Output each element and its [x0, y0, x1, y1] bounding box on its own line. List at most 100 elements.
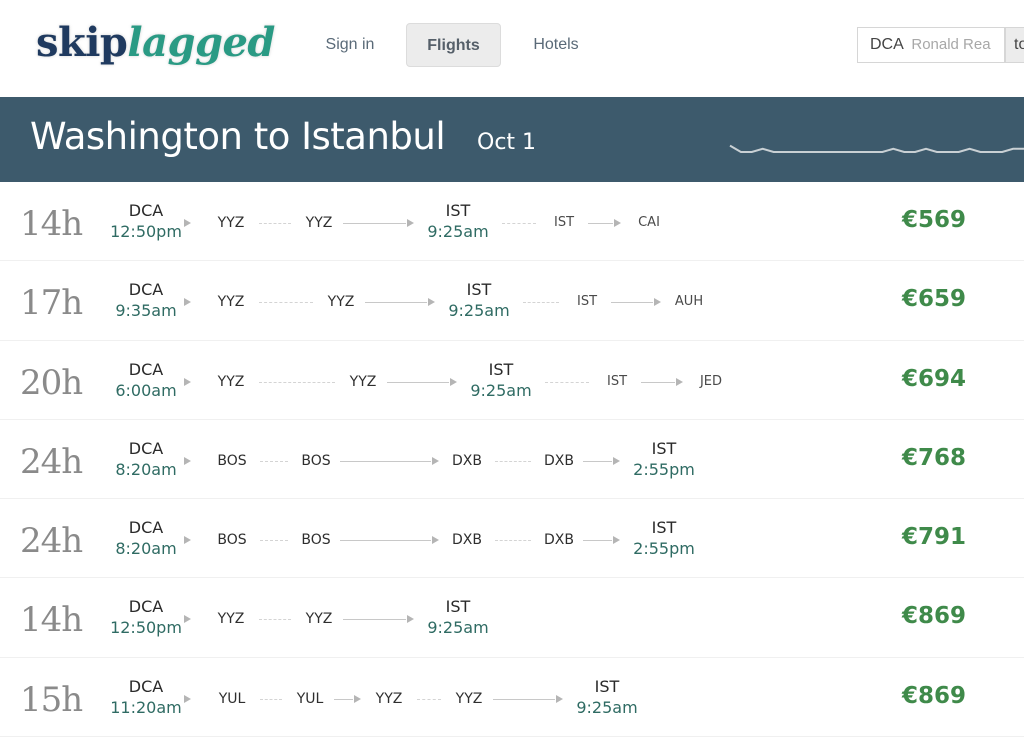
airport-stop: YUL — [297, 691, 324, 707]
flight-time: 9:25am — [427, 618, 489, 638]
sign-in-link[interactable]: Sign in — [318, 23, 382, 67]
layover-line — [260, 540, 288, 542]
arrow-right-icon — [184, 377, 191, 386]
flight-price[interactable]: €791 — [902, 524, 966, 550]
airport-code: DCA — [128, 438, 164, 458]
airport-stop: IST — [607, 374, 627, 390]
origin-name: Ronald Rea — [911, 36, 991, 53]
airport-endpoint: DCA 12:50pm — [110, 597, 182, 639]
airport-code: DXB — [452, 532, 482, 549]
airport-stop: BOS — [217, 532, 246, 548]
airport-code: BOS — [217, 532, 247, 549]
flight-row[interactable]: 24h DCA 8:20am BOS BOS DXB DXB IST 2:55pm €791 — [0, 499, 1024, 579]
logo-text-skip: skip — [36, 19, 128, 66]
flight-row[interactable]: 15h DCA 11:20am YUL YUL YYZ YYZ IST 9:25am €869 — [0, 658, 1024, 738]
arrow-right-icon — [613, 456, 620, 465]
route-header: Washington to Istanbul Oct 1 — [0, 97, 1024, 182]
airport-endpoint: IST 9:25am — [427, 201, 488, 243]
layover-line — [545, 381, 589, 383]
flight-time: 9:25am — [427, 222, 489, 241]
airport-code: DCA — [128, 676, 164, 696]
airport-code: IST — [466, 280, 492, 300]
airport-endpoint: DCA 11:20am — [110, 677, 182, 719]
airport-stop: JED — [700, 374, 722, 390]
route-date: Oct 1 — [477, 130, 537, 155]
flight-row[interactable]: 20h DCA 6:00am YYZ YYZ IST 9:25am IST JED €694 — [0, 341, 1024, 420]
layover-line — [417, 698, 441, 700]
arrow-right-icon — [184, 615, 191, 624]
flight-segment-line — [583, 460, 612, 462]
layover-line — [259, 381, 335, 383]
airport-code: DXB — [544, 532, 574, 549]
airport-code: DCA — [128, 201, 164, 220]
airport-code: YYZ — [349, 373, 377, 390]
flight-row[interactable]: 17h DCA 9:35am YYZ YYZ IST 9:25am IST AUH €659 — [0, 261, 1024, 341]
airport-stop: DXB — [544, 532, 574, 548]
flight-segment-line — [387, 381, 449, 383]
origin-input[interactable]: DCA Ronald Rea — [857, 27, 1005, 63]
flight-segment-line — [641, 381, 675, 383]
airport-stop: DXB — [544, 453, 574, 469]
flight-row[interactable]: 14h DCA 12:50pm YYZ YYZ IST 9:25am IST CAI €569 — [0, 182, 1024, 262]
airport-endpoint: IST 2:55pm — [633, 439, 695, 481]
arrow-right-icon — [614, 219, 621, 227]
airport-code: YYZ — [305, 611, 333, 628]
airport-endpoint: IST 2:55pm — [633, 518, 695, 560]
skiplagged-logo[interactable]: skiplagged — [36, 18, 275, 68]
airport-stop: YYZ — [218, 215, 245, 231]
airport-stop: YYZ — [218, 294, 245, 310]
layover-line — [502, 223, 536, 224]
flight-row[interactable]: 14h DCA 12:50pm YYZ YYZ IST 9:25am €869 — [0, 578, 1024, 658]
flight-segment-line — [493, 698, 555, 700]
flight-segment-line — [343, 619, 406, 621]
airport-code: IST — [553, 215, 575, 230]
airport-stop: BOS — [301, 532, 330, 548]
airport-stop: IST — [577, 294, 597, 310]
airport-code: BOS — [301, 532, 331, 549]
flight-time: 9:25am — [448, 301, 510, 321]
airport-endpoint: IST 9:25am — [576, 677, 637, 719]
layover-line — [495, 540, 531, 542]
airport-code: BOS — [217, 452, 247, 469]
arrow-right-icon — [613, 536, 620, 545]
flight-time: 8:20am — [115, 459, 177, 479]
price-trend-line — [729, 144, 1024, 153]
airport-code: CAI — [638, 215, 660, 230]
origin-code: DCA — [870, 36, 903, 53]
airport-code: YYZ — [327, 294, 355, 311]
arrow-right-icon — [556, 694, 563, 703]
flight-duration: 14h — [20, 600, 83, 641]
airport-endpoint: DCA 12:50pm — [110, 201, 182, 243]
airport-code: IST — [445, 597, 471, 617]
flight-duration: 17h — [20, 283, 83, 324]
flight-duration: 24h — [20, 441, 83, 482]
flight-price[interactable]: €659 — [902, 286, 966, 312]
flight-time: 2:55pm — [633, 459, 695, 479]
flight-price[interactable]: €869 — [902, 603, 966, 629]
flight-price[interactable]: €768 — [902, 445, 966, 471]
flight-row[interactable]: 24h DCA 8:20am BOS BOS DXB DXB IST 2:55pm €768 — [0, 420, 1024, 500]
airport-code: AUH — [674, 294, 704, 310]
price-trend-sparkline — [729, 144, 1024, 153]
flight-segment-line — [611, 302, 653, 304]
destination-input[interactable]: to — [1005, 27, 1024, 63]
flight-price[interactable]: €694 — [902, 366, 966, 392]
flight-price[interactable]: €569 — [902, 207, 966, 233]
route-title: Washington to Istanbul — [30, 115, 446, 158]
airport-code: YYZ — [217, 215, 245, 231]
airport-stop: DXB — [452, 532, 482, 548]
arrow-right-icon — [450, 377, 457, 386]
top-navigation: skiplagged Sign in Flights Hotels DCA Ro… — [0, 0, 1024, 97]
airport-code: YUL — [218, 690, 246, 707]
airport-code: DXB — [452, 452, 482, 469]
airport-code: YYZ — [305, 215, 333, 231]
airport-code: BOS — [301, 452, 331, 469]
hotels-tab[interactable]: Hotels — [524, 23, 588, 67]
flight-duration: 15h — [20, 679, 83, 720]
flights-tab[interactable]: Flights — [406, 23, 501, 67]
airport-code: IST — [594, 676, 620, 696]
flight-segment-line — [588, 223, 613, 224]
layover-line — [260, 698, 282, 700]
flight-price[interactable]: €869 — [902, 683, 966, 709]
flight-segment-line — [583, 540, 612, 542]
